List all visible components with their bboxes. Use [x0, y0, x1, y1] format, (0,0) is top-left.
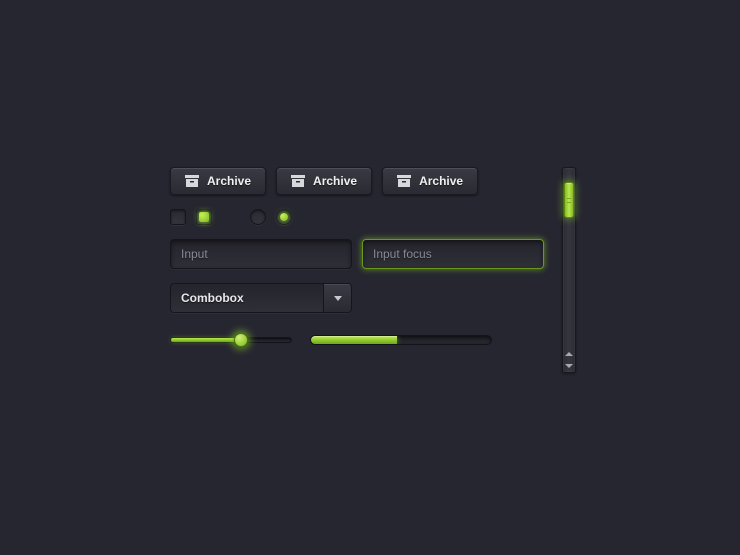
- checkbox-unchecked[interactable]: [170, 209, 186, 225]
- progress-fill: [311, 336, 397, 344]
- archive-button-1[interactable]: Archive: [170, 167, 266, 195]
- input-row: [170, 239, 544, 269]
- slider-fill: [171, 338, 241, 342]
- toggle-row: [170, 209, 544, 225]
- archive-icon: [185, 175, 199, 187]
- archive-button-3[interactable]: Archive: [382, 167, 478, 195]
- text-input[interactable]: [170, 239, 352, 269]
- scrollbar-thumb[interactable]: [564, 182, 574, 218]
- button-label: Archive: [419, 174, 463, 188]
- archive-icon: [397, 175, 411, 187]
- slider-thumb[interactable]: [234, 333, 248, 347]
- checkbox-checked[interactable]: [196, 209, 212, 225]
- scroll-down-arrow-icon[interactable]: [563, 360, 575, 372]
- chevron-down-icon: [323, 284, 351, 312]
- slider[interactable]: [170, 337, 292, 343]
- combobox-label: Combobox: [171, 284, 323, 312]
- combo-row: Combobox: [170, 283, 544, 313]
- vertical-scrollbar[interactable]: [562, 167, 576, 373]
- button-label: Archive: [313, 174, 357, 188]
- text-input-focus[interactable]: [362, 239, 544, 269]
- button-label: Archive: [207, 174, 251, 188]
- combobox[interactable]: Combobox: [170, 283, 352, 313]
- slider-progress-row: [170, 335, 544, 345]
- ui-kit-panel: Archive Archive Archive Combobox: [170, 167, 544, 359]
- radio-checked[interactable]: [276, 209, 292, 225]
- archive-button-2[interactable]: Archive: [276, 167, 372, 195]
- scroll-up-arrow-icon[interactable]: [563, 348, 575, 360]
- button-row: Archive Archive Archive: [170, 167, 544, 195]
- archive-icon: [291, 175, 305, 187]
- progress-bar: [310, 335, 492, 345]
- radio-unchecked[interactable]: [250, 209, 266, 225]
